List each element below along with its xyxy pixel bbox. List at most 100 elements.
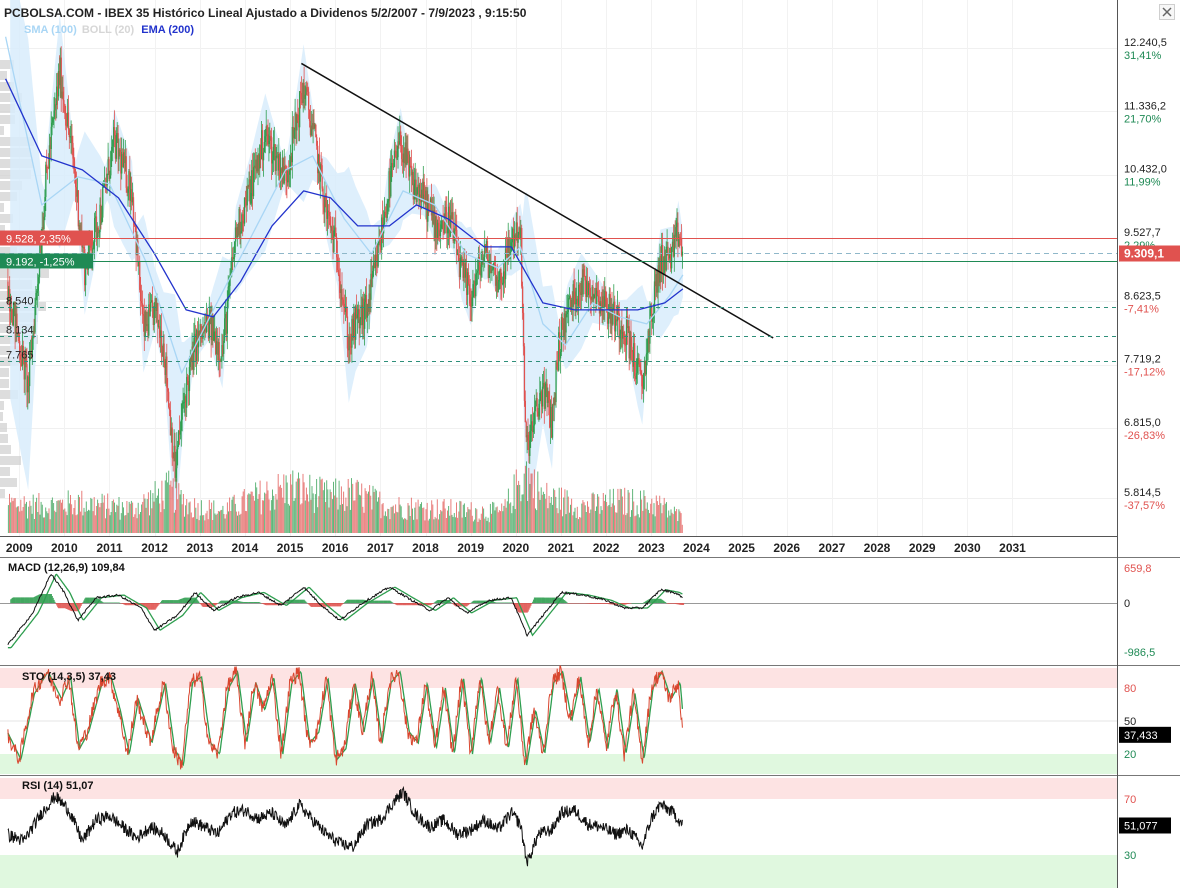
volume-bar [607,506,609,533]
candle-body [329,216,331,228]
candle-body [111,146,113,152]
macd-histogram-bar [531,603,533,604]
volume-bar [266,481,268,533]
macd-tick-label: 659,8 [1124,563,1152,575]
volume-bar [260,514,262,533]
volume-bar [545,498,547,533]
price-tick-label: 7.719,2 [1124,354,1161,366]
volume-bar [355,482,357,533]
volume-bar [383,515,385,533]
year-tick-label: 2024 [683,541,710,555]
volume-bar [661,513,663,533]
volume-bar [48,508,50,533]
volume-bar [159,503,161,533]
volume-bar [143,494,145,533]
volume-bar [237,515,238,533]
volume-bar [194,498,196,533]
volume-bar [128,501,130,533]
volume-bar [640,490,641,533]
volume-bar [14,498,16,533]
volume-profile-bar [0,489,5,498]
volume-bar [212,520,214,533]
candle-body [522,312,525,347]
rsi-tick-label: 70 [1124,794,1136,806]
sto-oversold-zone [0,754,1117,774]
volume-bar [478,518,480,533]
candle-body [681,251,684,256]
volume-bar [396,511,398,533]
volume-bar [440,510,442,533]
volume-bar [190,512,192,533]
volume-bar [360,495,362,533]
close-button[interactable] [1159,4,1175,20]
volume-bar [629,516,631,533]
year-tick-label: 2022 [593,541,620,555]
volume-bar [82,515,84,533]
volume-bar [108,508,110,533]
volume-bar [221,509,223,533]
volume-bar [111,501,113,533]
legend-ema[interactable]: EMA (200) [141,24,194,36]
volume-bar [581,503,583,533]
volume-bar [171,486,173,533]
legend-sma[interactable]: SMA (100) [24,24,77,36]
volume-bar [521,494,523,533]
candle-body [541,386,544,407]
price-tick-label: 5.814,5 [1124,487,1161,499]
volume-bar [475,508,477,533]
volume-bar [81,490,83,533]
volume-bar [276,499,278,533]
volume-bar [59,499,61,533]
volume-bar [61,502,62,533]
volume-bar [489,503,491,533]
volume-bar [662,505,664,533]
volume-bar [646,502,648,533]
volume-bar [555,496,557,533]
volume-bar [291,484,293,533]
volume-bar [488,522,490,533]
volume-bar [649,513,650,533]
volume-bar [99,507,101,533]
volume-bar [573,511,575,533]
volume-bar [567,496,569,533]
volume-bar [206,510,208,533]
volume-bar [119,519,121,533]
volume-bar [594,511,596,533]
volume-bar [77,494,79,533]
volume-bar [103,495,105,533]
volume-bar [264,492,266,533]
volume-profile-bar [0,401,4,410]
volume-bar [427,520,429,533]
volume-bar [62,499,64,533]
volume-bar [141,504,143,533]
volume-bar [553,488,555,533]
volume-bar [39,514,41,533]
year-tick-label: 2011 [96,541,122,555]
volume-bar [333,481,334,533]
pct-tick-label: -37,57% [1124,500,1165,512]
volume-bar [85,501,87,533]
candle-body [51,122,53,127]
volume-bar [326,480,328,533]
volume-bar [145,507,147,533]
volume-bar [425,509,427,533]
level-label: 9.192, -1,25% [6,257,75,269]
indicator-legend: SMA (100) BOLL (20) EMA (200) [24,24,194,36]
volume-bar [330,492,332,533]
volume-bar [357,481,359,533]
volume-bar [472,521,474,533]
legend-boll[interactable]: BOLL (20) [82,24,134,36]
volume-bar [137,502,139,533]
volume-bar [447,510,448,533]
volume-bar [54,510,56,533]
year-tick-label: 2027 [819,541,846,555]
volume-bar [454,517,456,533]
volume-bar [362,506,364,533]
volume-bar [631,510,632,533]
volume-bar [233,494,235,533]
volume-bar [609,489,611,533]
volume-bar [301,503,303,533]
volume-profile-bar [0,126,4,135]
volume-bar [249,494,251,533]
volume-bar [540,487,542,533]
